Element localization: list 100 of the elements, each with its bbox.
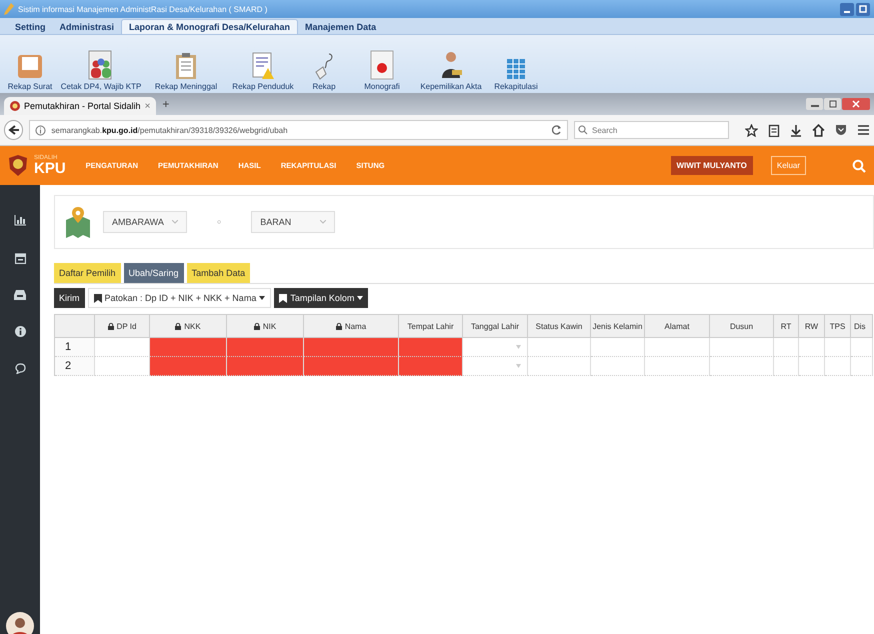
- column-header: Jenis Kelamin: [591, 314, 645, 338]
- table-cell[interactable]: [150, 338, 227, 357]
- table-cell[interactable]: [774, 357, 799, 376]
- ribbon-button[interactable]: Rekap: [300, 52, 348, 91]
- inbox-icon[interactable]: [14, 290, 26, 300]
- table-cell[interactable]: [227, 338, 304, 357]
- ribbon-button[interactable]: Kepemilikan Akta: [416, 50, 486, 91]
- submit-button[interactable]: Kirim: [54, 288, 84, 308]
- chat-icon[interactable]: [14, 363, 26, 374]
- ribbon-button[interactable]: Rekap Penduduk: [230, 52, 296, 91]
- table-cell[interactable]: [528, 357, 591, 376]
- table-cell[interactable]: [227, 357, 304, 376]
- tab[interactable]: Daftar Pemilih: [54, 263, 121, 283]
- bookmark-icon: [94, 294, 102, 302]
- table-cell[interactable]: [645, 357, 710, 376]
- user-avatar-icon[interactable]: [6, 612, 34, 634]
- table-cell[interactable]: [463, 357, 528, 376]
- home-icon[interactable]: [812, 124, 825, 136]
- search-icon[interactable]: [852, 158, 866, 172]
- district-select[interactable]: AMBARAWA: [103, 211, 187, 233]
- back-button[interactable]: [4, 120, 24, 140]
- table-cell[interactable]: [399, 357, 463, 376]
- star-icon[interactable]: [745, 124, 758, 136]
- columns-dropdown[interactable]: Tampilan Kolom: [274, 288, 368, 308]
- table-cell[interactable]: [825, 338, 851, 357]
- ribbon-tab[interactable]: Setting: [8, 20, 52, 34]
- search-icon: [578, 125, 588, 135]
- table-cell[interactable]: [528, 338, 591, 357]
- ribbon-tab[interactable]: Manajemen Data: [298, 20, 384, 34]
- shield-icon[interactable]: [835, 124, 847, 136]
- businessman-icon: [439, 50, 463, 80]
- caret-icon: [357, 296, 364, 300]
- table-cell[interactable]: [851, 357, 873, 376]
- ribbon-button[interactable]: Rekapitulasi: [490, 58, 542, 91]
- table-cell[interactable]: [710, 338, 774, 357]
- ribbon-label: Kepemilikan Akta: [420, 82, 482, 91]
- restore-button[interactable]: [824, 98, 841, 110]
- lock-icon: [254, 322, 260, 330]
- table-cell[interactable]: [463, 338, 528, 357]
- logo-text: KPU: [34, 161, 66, 176]
- info-icon[interactable]: [14, 326, 26, 337]
- reload-icon[interactable]: [552, 125, 562, 135]
- row-number: 1: [55, 338, 95, 357]
- inbox-tray-icon: [16, 52, 44, 80]
- close-icon: [852, 100, 860, 108]
- address-bar[interactable]: semarangkab.kpu.go.id/pemutakhiran/39318/39326/webgrid/ubah: [29, 120, 568, 140]
- back-arrow-icon: [8, 124, 20, 136]
- table-cell[interactable]: [851, 338, 873, 357]
- clipboard-list-icon[interactable]: [768, 124, 780, 136]
- ribbon-tab[interactable]: Laporan & Monografi Desa/Kelurahan: [121, 19, 298, 34]
- close-tab-button[interactable]: ×: [144, 100, 150, 112]
- minimize-button[interactable]: [806, 98, 823, 110]
- minimize-button[interactable]: [840, 2, 854, 16]
- bar-chart-icon[interactable]: [14, 215, 26, 226]
- ribbon-label: Rekap: [312, 82, 336, 91]
- ribbon-label: Rekap Meninggal: [154, 82, 218, 91]
- site-favicon-icon: [10, 101, 20, 111]
- ribbon-label: Cetak DP4, Wajib KTP: [60, 82, 142, 91]
- key-dropdown[interactable]: Patokan : Dp ID + NIK + NKK + Nama: [88, 288, 272, 308]
- table-cell[interactable]: [799, 357, 825, 376]
- window-title: Sistim informasi Manajemen AdministRasi Desa/Kelurahan ( SMARD ): [18, 4, 268, 14]
- url-text: semarangkab.kpu.go.id/pemutakhiran/39318/39326/webgrid/ubah: [51, 126, 288, 134]
- restore-icon: [828, 100, 836, 108]
- search-field[interactable]: Search: [574, 121, 729, 139]
- clipboard-icon: [175, 52, 197, 80]
- column-header: RT: [774, 314, 799, 338]
- table-cell[interactable]: [825, 357, 851, 376]
- village-select[interactable]: BARAN: [251, 211, 336, 233]
- calendar-icon[interactable]: [14, 252, 26, 264]
- table-cell[interactable]: [710, 357, 774, 376]
- ribbon-button[interactable]: Rekap Meninggal: [146, 52, 226, 91]
- ribbon-tab[interactable]: Administrasi: [52, 20, 122, 34]
- table-cell[interactable]: [799, 338, 825, 357]
- table-cell[interactable]: [591, 338, 645, 357]
- table-cell[interactable]: [150, 357, 227, 376]
- user-button[interactable]: WIWIT MULYANTO: [670, 156, 753, 175]
- new-tab-button[interactable]: +: [162, 97, 170, 111]
- ribbon-button[interactable]: Monografi: [352, 50, 412, 91]
- column-header: RW: [799, 314, 825, 338]
- ribbon-button[interactable]: Rekap Surat: [4, 52, 56, 91]
- ribbon-button[interactable]: Cetak DP4, Wajib KTP: [60, 50, 142, 91]
- column-header: TPS: [825, 314, 851, 338]
- menu-icon[interactable]: [857, 124, 870, 136]
- browser-tab[interactable]: Pemutakhiran - Portal Sidalih ×: [4, 97, 156, 115]
- info-icon: [35, 124, 46, 136]
- tab[interactable]: Tambah Data: [186, 263, 250, 283]
- table-cell[interactable]: [304, 357, 399, 376]
- tab[interactable]: Ubah/Saring: [124, 263, 184, 283]
- close-button[interactable]: [842, 98, 870, 110]
- column-header: Alamat: [645, 314, 710, 338]
- table-cell[interactable]: [591, 357, 645, 376]
- table-cell[interactable]: [304, 338, 399, 357]
- spreadsheet-icon: [506, 58, 526, 80]
- table-cell[interactable]: [645, 338, 710, 357]
- table-cell[interactable]: [399, 338, 463, 357]
- lock-icon: [108, 322, 114, 330]
- table-cell[interactable]: [774, 338, 799, 357]
- download-icon[interactable]: [790, 124, 802, 136]
- column-header: Status Kawin: [528, 314, 591, 338]
- maximize-button[interactable]: [856, 2, 870, 16]
